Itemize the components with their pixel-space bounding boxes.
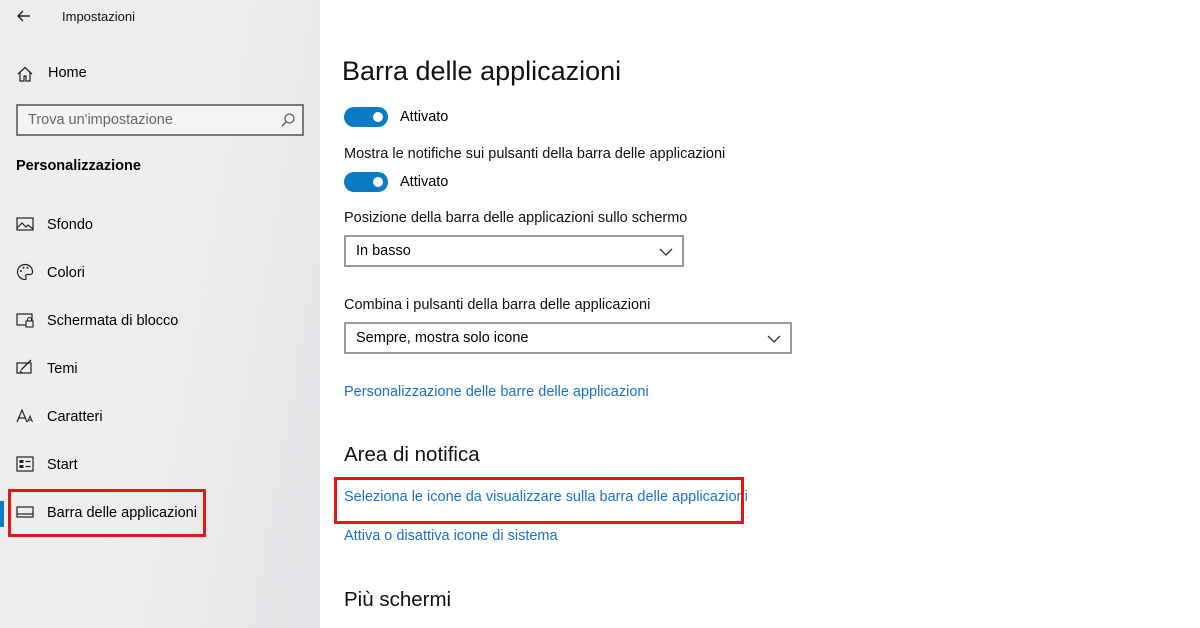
app-title: Impostazioni <box>62 9 135 24</box>
toggle-switch-1[interactable] <box>344 107 388 127</box>
sidebar-item-sfondo[interactable]: Sfondo <box>0 203 320 247</box>
notification-area-heading: Area di notifica <box>344 443 480 466</box>
page-title: Barra delle applicazioni <box>342 56 622 86</box>
sidebar-item-caratteri[interactable]: Caratteri <box>0 395 320 439</box>
toggle-state-1: Attivato <box>400 109 449 125</box>
back-arrow-icon[interactable] <box>12 4 36 28</box>
combine-dropdown[interactable]: Sempre, mostra solo icone <box>344 322 792 354</box>
main-content: Barra delle applicazioni Attivato Mostra… <box>320 0 1200 628</box>
toggle-knob <box>373 112 383 122</box>
multi-screen-heading: Più schermi <box>344 588 452 611</box>
sidebar-item-label: Colori <box>47 265 85 281</box>
sidebar-item-label: Sfondo <box>47 217 93 233</box>
section-title: Personalizzazione <box>16 158 141 174</box>
combine-label: Combina i pulsanti della barra delle app… <box>344 297 651 313</box>
toggle-switch-2[interactable] <box>344 172 388 192</box>
sidebar-item-label: Schermata di blocco <box>47 313 179 329</box>
home-nav-item[interactable]: Home <box>16 63 296 85</box>
toggle-state-2: Attivato <box>400 174 449 190</box>
home-icon <box>16 65 34 88</box>
position-label: Posizione della barra delle applicazioni… <box>344 210 688 226</box>
search-input[interactable] <box>18 106 278 134</box>
chevron-down-icon <box>766 332 782 344</box>
select-icons-link[interactable]: Seleziona le icone da visualizzare sulla… <box>344 489 748 505</box>
sidebar-item-temi[interactable]: Temi <box>0 347 320 391</box>
notify-label: Mostra le notifiche sui pulsanti della b… <box>344 146 726 162</box>
search-box[interactable] <box>16 104 304 136</box>
home-label: Home <box>48 65 87 81</box>
toggle-knob <box>373 177 383 187</box>
title-bar: Impostazioni <box>0 0 320 34</box>
sidebar-item-schermata-di-blocco[interactable]: Schermata di blocco <box>0 299 320 343</box>
sidebar-item-label: Temi <box>47 361 78 377</box>
chevron-down-icon <box>658 245 674 257</box>
sidebar: Impostazioni Home Personalizzazione Sfon… <box>0 0 320 628</box>
sidebar-item-start[interactable]: Start <box>0 443 320 487</box>
search-icon[interactable] <box>280 112 296 128</box>
position-dropdown-value: In basso <box>356 243 411 259</box>
sidebar-item-label: Barra delle applicazioni <box>47 505 197 521</box>
selection-indicator <box>0 501 4 527</box>
sidebar-item-colori[interactable]: Colori <box>0 251 320 295</box>
combine-dropdown-value: Sempre, mostra solo icone <box>356 330 529 346</box>
picture-icon <box>16 215 34 233</box>
palette-icon <box>16 263 34 281</box>
themes-icon <box>16 359 34 377</box>
position-dropdown[interactable]: In basso <box>344 235 684 267</box>
sidebar-item-label: Caratteri <box>47 409 103 425</box>
sidebar-item-barra-delle-applicazioni[interactable]: Barra delle applicazioni <box>0 491 320 535</box>
start-icon <box>16 455 34 473</box>
lock-screen-icon <box>16 311 34 329</box>
sidebar-item-label: Start <box>47 457 78 473</box>
taskbar-icon <box>16 503 34 521</box>
system-icons-link[interactable]: Attiva o disattiva icone di sistema <box>344 528 558 544</box>
fonts-icon <box>16 407 34 425</box>
customize-taskbar-link[interactable]: Personalizzazione delle barre delle appl… <box>344 384 649 400</box>
